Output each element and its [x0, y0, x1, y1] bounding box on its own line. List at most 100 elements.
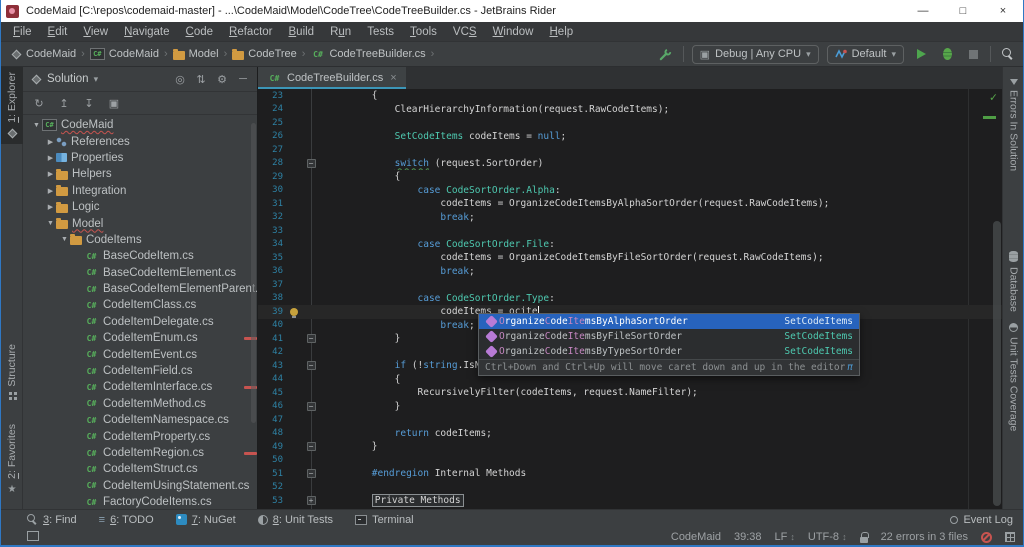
code-line-32[interactable]: 32 break; [258, 211, 1002, 225]
toolwindow-7-nuget[interactable]: 7: NuGet [175, 514, 236, 526]
breadcrumb-codetreebuilder-cs-4[interactable]: C# CodeTreeBuilder.cs [306, 46, 429, 62]
code-line-30[interactable]: 30 case CodeSortOrder.Alpha: [258, 184, 1002, 198]
tree-scrollbar[interactable] [251, 123, 256, 423]
code-line-52[interactable]: 52 [258, 481, 1002, 495]
stop-button[interactable] [964, 45, 982, 63]
maximize-button[interactable]: □ [943, 0, 983, 22]
locate-icon[interactable]: ◎ [172, 73, 188, 86]
scroll-down-icon[interactable]: ↧ [81, 97, 97, 110]
breadcrumb-codetree-3[interactable]: CodeTree [228, 46, 301, 62]
menu-vcs[interactable]: VCS [445, 22, 485, 42]
chevron-collapsed-icon[interactable]: ▶ [45, 170, 56, 178]
scroll-up-icon[interactable]: ↥ [56, 97, 72, 110]
collapse-all-icon[interactable]: ⇅ [193, 73, 209, 86]
sidebar-tab-favorites[interactable]: 2: Favorites ★ [1, 419, 23, 500]
tree-item-basecodeitem-cs[interactable]: C# BaseCodeItem.cs [23, 248, 257, 264]
run-button[interactable] [912, 45, 930, 63]
code-line-31[interactable]: 31 codeItems = OrganizeCodeItemsByAlphaS… [258, 197, 1002, 211]
tree-item-codeitemusingstatement-cs[interactable]: C# CodeItemUsingStatement.cs [23, 478, 257, 494]
sidebar-tab-unit-tests-coverage[interactable]: Unit Tests Coverage [1003, 319, 1023, 435]
code-line-28[interactable]: 28 − switch (request.SortOrder) [258, 157, 1002, 171]
code-line-23[interactable]: 23 { [258, 89, 1002, 103]
sync-icon[interactable]: ↻ [31, 97, 47, 110]
tree-item-codeitemfield-cs[interactable]: C# CodeItemField.cs [23, 363, 257, 379]
code-line-47[interactable]: 47 [258, 413, 1002, 427]
inspection-ok-icon[interactable]: ✓ [990, 90, 997, 104]
completion-item-2[interactable]: OrganizeCodeItemsByTypeSortOrder SetCodeI… [479, 344, 859, 359]
code-line-51[interactable]: 51 − #endregion Internal Methods [258, 467, 1002, 481]
tree-item-helpers[interactable]: ▶ Helpers [23, 166, 257, 182]
tree-item-integration[interactable]: ▶ Integration [23, 183, 257, 199]
tree-item-model[interactable]: ▼ Model [23, 215, 257, 231]
menu-code[interactable]: Code [178, 22, 222, 42]
build-wrench-icon[interactable] [657, 45, 675, 63]
menu-tools[interactable]: Tools [402, 22, 445, 42]
tab-codetreebuilder[interactable]: C# CodeTreeBuilder.cs × [258, 67, 406, 89]
close-icon[interactable]: × [390, 72, 396, 84]
menu-view[interactable]: View [75, 22, 116, 42]
editor-scrollbar[interactable] [993, 221, 1001, 506]
code-line-45[interactable]: 45 RecursivelyFilter(codeItems, request.… [258, 386, 1002, 400]
show-members-icon[interactable]: ▣ [106, 97, 122, 110]
fold-collapse-icon[interactable]: − [306, 334, 316, 344]
menu-file[interactable]: File [5, 22, 40, 42]
tree-item-codemaid[interactable]: ▼ C# CodeMaid [23, 117, 257, 133]
completion-item-0[interactable]: OrganizeCodeItemsByAlphaSortOrder SetCode… [479, 314, 859, 329]
chevron-collapsed-icon[interactable]: ▶ [45, 138, 56, 146]
code-analysis-status-icon[interactable] [981, 531, 992, 543]
chevron-expanded-icon[interactable]: ▼ [45, 220, 56, 227]
debug-button[interactable] [938, 45, 956, 63]
status-line-separator[interactable]: LF [775, 531, 795, 543]
search-everywhere-button[interactable] [999, 45, 1017, 63]
menu-refactor[interactable]: Refactor [221, 22, 280, 42]
chevron-expanded-icon[interactable]: ▼ [31, 122, 42, 129]
completion-item-1[interactable]: OrganizeCodeItemsByFileSortOrder SetCodeI… [479, 329, 859, 344]
status-encoding[interactable]: UTF-8 [808, 531, 847, 543]
toolwindow-6-todo[interactable]: ≡ 6: TODO [99, 514, 154, 526]
code-line-24[interactable]: 24 ClearHierarchyInformation(request.Raw… [258, 103, 1002, 117]
toolwindow-terminal[interactable]: Terminal [355, 514, 414, 526]
code-line-33[interactable]: 33 [258, 224, 1002, 238]
error-stripe-mark[interactable] [983, 116, 996, 119]
sidebar-tab-explorer[interactable]: 1: Explorer [1, 67, 23, 144]
fold-collapse-icon[interactable]: − [306, 469, 316, 479]
fold-expand-icon[interactable]: + [306, 496, 316, 506]
chevron-collapsed-icon[interactable]: ▶ [45, 187, 56, 195]
tree-item-codeitemstruct-cs[interactable]: C# CodeItemStruct.cs [23, 461, 257, 477]
event-log-button[interactable]: Event Log [950, 514, 1013, 526]
menu-window[interactable]: Window [485, 22, 542, 42]
code-line-37[interactable]: 37 [258, 278, 1002, 292]
tree-item-factorycodeitems-cs[interactable]: C# FactoryCodeItems.cs [23, 494, 257, 509]
tree-item-logic[interactable]: ▶ Logic [23, 199, 257, 215]
code-line-48[interactable]: 48 return codeItems; [258, 427, 1002, 441]
fold-collapse-icon[interactable]: − [306, 158, 316, 168]
code-line-36[interactable]: 36 break; [258, 265, 1002, 279]
code-line-46[interactable]: 46 − } [258, 400, 1002, 414]
breadcrumb-codemaid-0[interactable]: CodeMaid [7, 46, 80, 62]
tree-item-codeitemevent-cs[interactable]: C# CodeItemEvent.cs [23, 346, 257, 362]
close-button[interactable]: × [983, 0, 1023, 22]
menu-help[interactable]: Help [541, 22, 581, 42]
tree-item-codeitemmethod-cs[interactable]: C# CodeItemMethod.cs [23, 396, 257, 412]
tree-item-codeitemclass-cs[interactable]: C# CodeItemClass.cs [23, 297, 257, 313]
fold-collapse-icon[interactable]: − [306, 442, 316, 452]
tree-item-properties[interactable]: ▶ Properties [23, 150, 257, 166]
code-line-26[interactable]: 26 SetCodeItems codeItems = null; [258, 130, 1002, 144]
tree-item-codeitemregion-cs[interactable]: C# CodeItemRegion.cs [23, 445, 257, 461]
code-line-29[interactable]: 29 { [258, 170, 1002, 184]
chevron-collapsed-icon[interactable]: ▶ [45, 203, 56, 211]
tool-window-toggle-icon[interactable] [27, 531, 39, 541]
tree-item-basecodeitemelement-cs[interactable]: C# BaseCodeItemElement.cs [23, 265, 257, 281]
menu-build[interactable]: Build [281, 22, 323, 42]
code-line-53[interactable]: 53 + Private Methods [258, 494, 1002, 508]
code-line-38[interactable]: 38 case CodeSortOrder.Type: [258, 292, 1002, 306]
breadcrumb-codemaid-1[interactable]: C# CodeMaid [86, 46, 163, 62]
toolwindow-8-unit-tests[interactable]: 8: Unit Tests [257, 514, 333, 526]
menu-navigate[interactable]: Navigate [116, 22, 177, 42]
chevron-collapsed-icon[interactable]: ▶ [45, 154, 56, 162]
background-tasks-icon[interactable] [1005, 532, 1015, 542]
tree-item-references[interactable]: ▶ References [23, 133, 257, 149]
menu-run[interactable]: Run [322, 22, 359, 42]
lock-icon[interactable] [859, 531, 869, 543]
tree-item-codeitemenum-cs[interactable]: C# CodeItemEnum.cs [23, 330, 257, 346]
